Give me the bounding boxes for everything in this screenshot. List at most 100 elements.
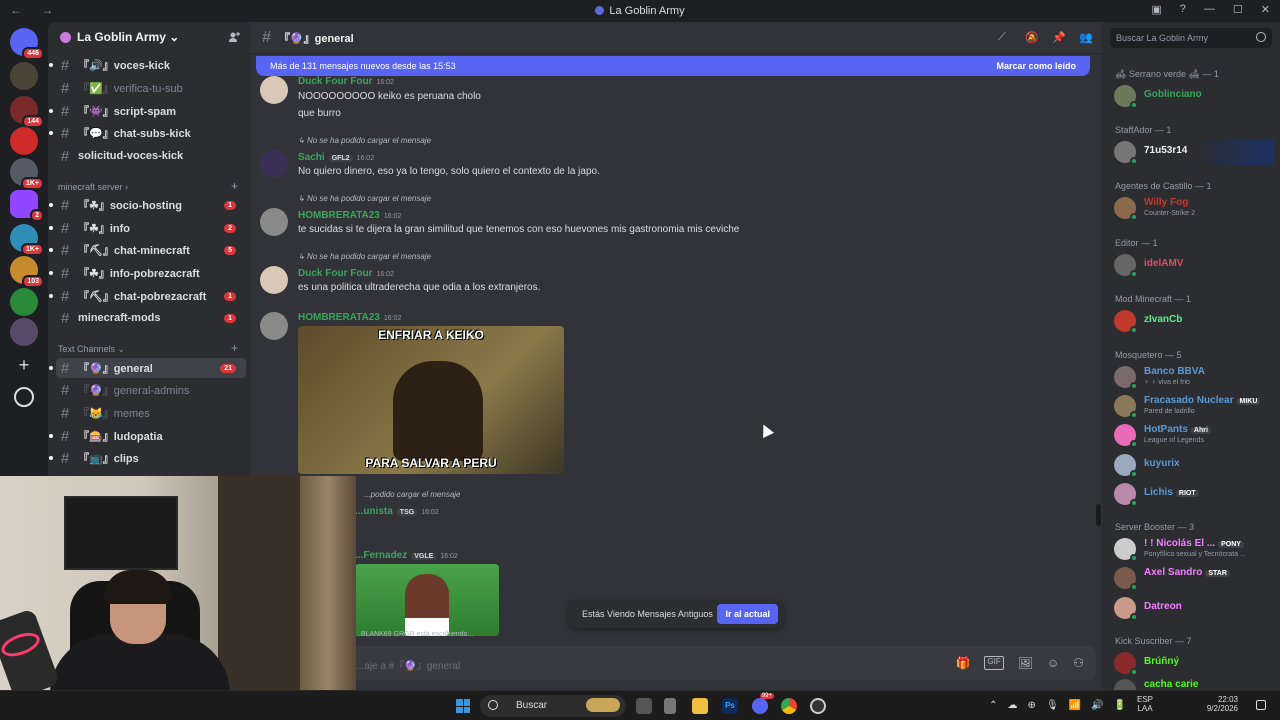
jump-to-present-button[interactable]: Ir al actual xyxy=(717,604,778,624)
discord-icon[interactable]: 99+ xyxy=(752,693,774,714)
minimize-button[interactable]: — xyxy=(1204,3,1215,16)
avatar[interactable] xyxy=(260,208,288,236)
server-icon[interactable] xyxy=(10,288,38,316)
notifications-icon[interactable] xyxy=(1256,700,1266,710)
channel-item[interactable]: # 『✅』verifica-tu-sub xyxy=(56,78,246,98)
volume-icon[interactable]: 🔊 xyxy=(1091,700,1103,711)
sticker-icon[interactable]: 🖼 xyxy=(1018,656,1033,670)
channel-item[interactable]: # 『😹』memes xyxy=(56,403,246,423)
chrome-icon[interactable] xyxy=(781,698,797,714)
mark-read-button[interactable]: Marcar como leído xyxy=(996,61,1076,71)
channel-item[interactable]: # 『📺』clips xyxy=(49,448,246,468)
channel-item[interactable]: # 『👾』script-spam xyxy=(49,101,246,121)
add-server-icon[interactable]: + xyxy=(14,355,34,375)
server-icon[interactable]: 2 xyxy=(10,190,44,222)
battery-icon[interactable]: 🔋 xyxy=(1114,700,1126,711)
message-author[interactable]: HOMBRERATA23 16:02 xyxy=(298,312,401,323)
reply-preview[interactable]: ↳ No se ha podido cargar el mensaje xyxy=(298,194,431,203)
members-icon[interactable]: 👥 xyxy=(1079,31,1093,44)
mute-icon[interactable]: 🔕 xyxy=(1025,31,1039,44)
channel-item[interactable]: # 『⛏』chat-pobrezacraft 1 xyxy=(49,286,246,306)
photoshop-icon[interactable]: Ps xyxy=(722,698,738,714)
avatar[interactable] xyxy=(260,76,288,104)
server-icon[interactable] xyxy=(10,127,38,155)
author-name[interactable]: HOMBRERATA23 xyxy=(298,312,380,323)
inbox-icon[interactable]: ▣ xyxy=(1151,3,1161,16)
file-explorer-icon[interactable] xyxy=(692,698,708,714)
channel-item[interactable]: # 『💬』chat-subs-kick xyxy=(49,123,246,143)
scrollbar-thumb[interactable] xyxy=(1096,504,1101,526)
help-icon[interactable]: ? xyxy=(1180,3,1186,16)
gift-icon[interactable]: 🎁 xyxy=(955,656,970,670)
author-name[interactable]: ...Fernadez xyxy=(355,550,407,561)
start-icon[interactable] xyxy=(456,699,470,713)
member-item[interactable]: Brúñný xyxy=(1114,650,1274,676)
avatar[interactable] xyxy=(260,266,288,294)
reply-preview[interactable]: ...podido cargar el mensaje xyxy=(364,490,461,499)
author-name[interactable]: Duck Four Four xyxy=(298,76,372,87)
chevron-up-icon[interactable]: ⌃ xyxy=(989,700,997,711)
member-item[interactable]: Lichis RIOT xyxy=(1114,481,1274,507)
reply-preview[interactable]: ↳ No se ha podido cargar el mensaje xyxy=(298,136,431,145)
message-author[interactable]: ...Fernadez VGLE 16:02 xyxy=(355,550,458,561)
member-item[interactable]: Datreon xyxy=(1114,595,1274,621)
apps-icon[interactable]: ⚇ xyxy=(1073,656,1084,670)
message-author[interactable]: HOMBRERATA23 16:02 xyxy=(298,210,401,221)
member-item[interactable]: ! ! Nicolás El ... PONY Ponyfílico sexual … xyxy=(1114,536,1274,562)
gif-attachment[interactable] xyxy=(355,564,499,636)
language-indicator[interactable]: ESP LAA xyxy=(1134,695,1156,713)
search-input[interactable]: Buscar La Goblin Army xyxy=(1110,28,1272,48)
member-item[interactable]: cacha carie xyxy=(1114,677,1274,690)
invite-icon[interactable] xyxy=(228,31,240,43)
gif-icon[interactable]: GIF xyxy=(984,656,1004,670)
app-icon[interactable] xyxy=(810,698,826,714)
message-author[interactable]: Sachi GFL2 16:02 xyxy=(298,152,374,163)
app-tray-icon[interactable]: ⊕ xyxy=(1028,700,1036,711)
task-view-icon[interactable] xyxy=(636,698,652,714)
wifi-icon[interactable]: 📶 xyxy=(1069,700,1081,711)
cloud-icon[interactable]: ☁ xyxy=(1008,700,1018,711)
member-item[interactable]: idelAMV xyxy=(1114,252,1274,278)
author-name[interactable]: HOMBRERATA23 xyxy=(298,210,380,221)
channel-item[interactable]: # minecraft-mods 1 xyxy=(56,308,246,328)
author-name[interactable]: Sachi xyxy=(298,152,325,163)
pin-icon[interactable]: 📌 xyxy=(1052,31,1066,44)
add-channel-icon[interactable]: + xyxy=(231,179,238,193)
author-name[interactable]: Duck Four Four xyxy=(298,268,372,279)
channel-item[interactable]: # 『🎰』ludopatia xyxy=(49,426,246,446)
channel-item-general[interactable]: # 『🔮』general 21 xyxy=(49,358,246,378)
member-item[interactable]: HotPants Ahri League of Legends xyxy=(1114,422,1274,448)
guild-header[interactable]: La Goblin Army ⌄ xyxy=(48,22,250,52)
member-item[interactable]: Willy Fog Counter-Strike 2 xyxy=(1114,195,1274,221)
message-author[interactable]: ...unista TSG 16:02 xyxy=(355,506,439,517)
message-author[interactable]: Duck Four Four 16:02 xyxy=(298,268,394,279)
message-author[interactable]: Duck Four Four 16:02 xyxy=(298,76,394,87)
category-minecraft[interactable]: minecraft server › + xyxy=(58,179,238,193)
server-icon[interactable]: 446 xyxy=(10,28,44,60)
avatar[interactable] xyxy=(260,312,288,340)
maximize-button[interactable]: ☐ xyxy=(1233,3,1243,16)
new-messages-bar[interactable]: Más de 131 mensajes nuevos desde las 15:… xyxy=(256,56,1090,76)
member-item[interactable]: 71u53r14 xyxy=(1114,139,1274,165)
threads-icon[interactable]: ⟋ xyxy=(998,31,1011,44)
member-item[interactable]: zIvanCb xyxy=(1114,308,1274,334)
server-icon[interactable]: 1K+ xyxy=(10,158,44,190)
channel-item[interactable]: # 『☘』info 2 xyxy=(49,218,246,238)
microphone-tray-icon[interactable]: 🎙 xyxy=(1046,700,1059,711)
app-icon[interactable] xyxy=(664,698,676,714)
channel-item[interactable]: # 『🔊』voces-kick xyxy=(49,55,246,75)
author-name[interactable]: ...unista xyxy=(355,506,393,517)
server-icon[interactable]: 103 xyxy=(10,256,44,288)
channel-item[interactable]: # 『☘』socio-hosting 1 xyxy=(49,195,246,215)
taskbar-search[interactable]: Buscar xyxy=(480,695,626,717)
category-text-channels[interactable]: Text Channels ⌄ + xyxy=(58,341,238,355)
server-icon[interactable]: 1K+ xyxy=(10,224,44,256)
add-channel-icon[interactable]: + xyxy=(231,341,238,355)
server-icon[interactable] xyxy=(10,62,38,90)
channel-item[interactable]: # solicitud-voces-kick xyxy=(56,146,246,166)
reply-preview[interactable]: ↳ No se ha podido cargar el mensaje xyxy=(298,252,431,261)
member-item[interactable]: Axel Sandro STAR xyxy=(1114,565,1274,591)
server-icon[interactable] xyxy=(10,318,38,346)
gif-attachment[interactable]: ENFRIAR A KEIKO PARA SALVAR A PERU xyxy=(298,326,564,474)
message-composer[interactable]: ...aje a #『🔮』general 🎁 GIF 🖼 ☺ ⚇ xyxy=(256,646,1096,680)
